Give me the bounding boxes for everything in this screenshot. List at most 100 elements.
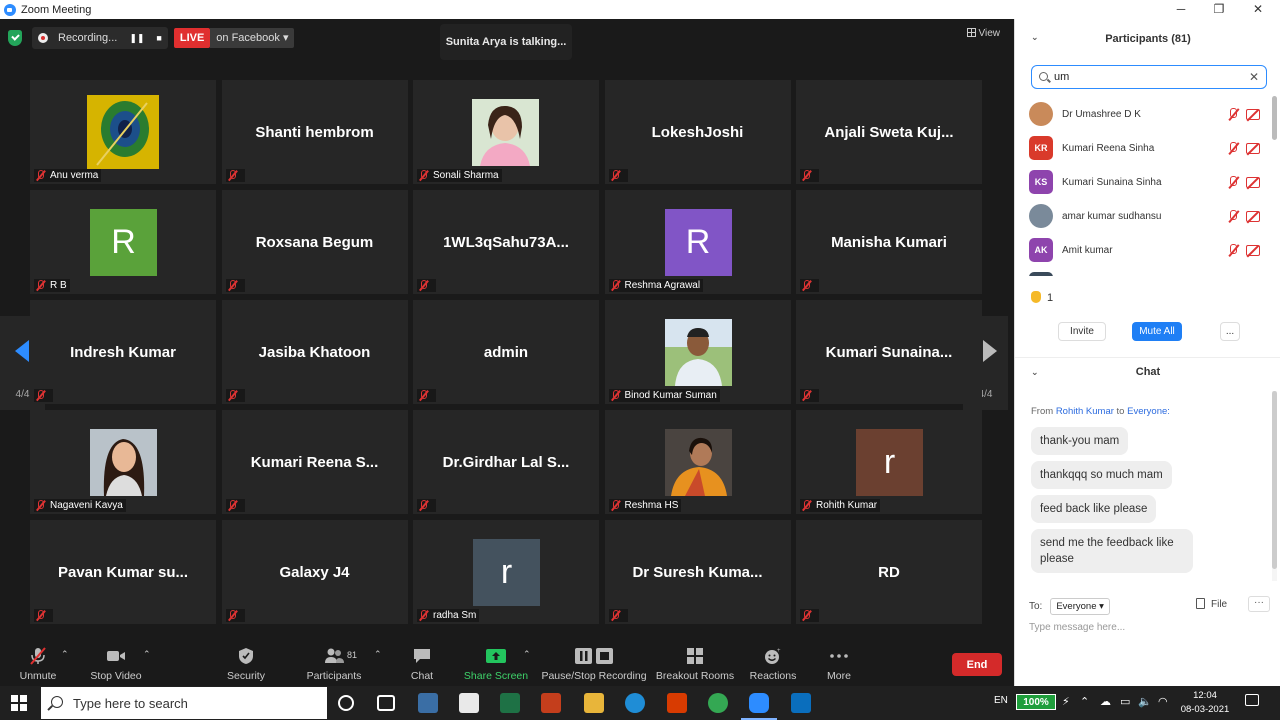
windows-start-icon[interactable] [11,695,27,711]
participant-video-off-icon[interactable] [1246,142,1260,154]
video-tile[interactable]: 1WL3qSahu73A... [413,190,599,294]
wifi-icon[interactable]: ◠ [1158,695,1168,708]
video-tile[interactable]: LokeshJoshi [604,80,791,184]
minimize-button[interactable]: ─ [1161,0,1201,19]
meeting-app-icon[interactable] [791,693,811,713]
view-button[interactable]: View [966,28,1000,39]
share-options-caret-icon[interactable]: ⌃ [523,649,531,660]
video-tile[interactable]: Indresh Kumar [30,300,216,404]
tray-overflow-chevron-icon[interactable]: ⌃ [1080,695,1089,708]
participants-more-button[interactable]: ... [1220,322,1240,341]
reactions-button[interactable]: + Reactions [748,639,798,686]
battery-tray-icon[interactable]: ▭ [1120,695,1130,708]
video-tile[interactable]: Dr Suresh Kuma... [604,520,791,624]
video-options-caret-icon[interactable]: ⌃ [143,649,151,660]
participant-list-scrollbar[interactable] [1272,96,1277,276]
power-plug-icon[interactable]: ⚡ [1062,695,1070,708]
participant-mic-muted-icon[interactable] [1227,141,1239,155]
video-tile[interactable]: Dr.Girdhar Lal S... [413,410,599,514]
participant-mic-muted-icon[interactable] [1227,209,1239,223]
close-button[interactable]: ✕ [1238,0,1278,19]
participant-mic-muted-icon[interactable] [1227,243,1239,257]
video-tile[interactable]: Sonali Sharma [413,80,599,184]
office-icon[interactable] [667,693,687,713]
taskbar-clock[interactable]: 12:04 08-03-2021 [1180,689,1230,717]
video-tile[interactable]: Reshma HS [604,410,791,514]
participant-row[interactable]: AK Amit kumar [1015,233,1271,267]
participant-row[interactable]: amar kumar sudhansu [1015,199,1271,233]
volume-icon[interactable]: 🔈 [1138,695,1152,708]
participant-video-off-icon[interactable] [1246,210,1260,222]
participant-video-off-icon[interactable] [1246,108,1260,120]
video-tile[interactable]: Binod Kumar Suman [604,300,791,404]
mute-all-button[interactable]: Mute All [1132,322,1182,341]
chat-scroll-thumb[interactable] [1272,391,1277,569]
participant-row[interactable]: Dr Umashree D K [1015,97,1271,131]
video-tile[interactable]: r Rohith Kumar [796,410,982,514]
chat-button[interactable]: Chat [402,639,442,686]
video-tile[interactable]: Manisha Kumari [796,190,982,294]
video-tile[interactable]: Pavan Kumar su... [30,520,216,624]
encryption-shield-icon[interactable] [8,30,22,46]
video-tile[interactable]: Nagaveni Kavya [30,410,216,514]
pause-stop-recording-button[interactable]: Pause/Stop Recording [541,639,647,686]
participant-row[interactable]: KS Kumari Sunaina Sinha [1015,165,1271,199]
chat-sender-name[interactable]: Rohith Kumar [1056,406,1114,417]
input-language-indicator[interactable]: EN [994,695,1008,706]
video-tile[interactable]: Galaxy J4 [221,520,408,624]
video-tile[interactable]: R Reshma Agrawal [604,190,791,294]
video-tile[interactable]: RD [796,520,982,624]
participant-mic-muted-icon[interactable] [1227,107,1239,121]
invite-button[interactable]: Invite [1058,322,1106,341]
chat-file-button[interactable]: File [1196,598,1227,610]
collapse-participants-chevron-icon[interactable]: ⌄ [1031,32,1039,43]
live-badge[interactable]: LIVE [173,28,211,48]
video-tile[interactable]: Shanti hembrom [221,80,408,184]
more-button[interactable]: More [819,639,859,686]
participant-search-input[interactable]: um ✕ [1031,65,1267,89]
zoom-taskbar-icon[interactable] [741,693,777,720]
participants-button[interactable]: Participants [304,639,364,686]
excel-icon[interactable] [500,693,520,713]
end-meeting-button[interactable]: End [952,653,1002,676]
edge-browser-icon[interactable] [625,693,645,713]
taskbar-search-box[interactable]: Type here to search [41,687,327,719]
powerpoint-viewer-icon[interactable] [541,693,561,713]
battery-indicator[interactable]: 100% [1016,694,1056,710]
video-tile[interactable]: r radha Sm [413,520,599,624]
video-tile[interactable]: admin [413,300,599,404]
stop-video-button[interactable]: Stop Video [86,639,146,686]
file-explorer-icon[interactable] [584,693,604,713]
chat-recipient-select[interactable]: Everyone ▾ [1050,598,1110,615]
video-tile[interactable]: R R B [30,190,216,294]
participant-mic-muted-icon[interactable] [1227,175,1239,189]
participant-row[interactable]: KR Kumari Reena Sinha [1015,131,1271,165]
video-tile[interactable]: Kumari Sunaina... [796,300,982,404]
participants-options-caret-icon[interactable]: ⌃ [374,649,382,660]
video-tile[interactable]: Roxsana Begum [221,190,408,294]
security-button[interactable]: Security [222,639,270,686]
store-icon[interactable] [459,693,479,713]
cortana-icon[interactable] [338,695,354,711]
unmute-button[interactable]: Unmute [18,639,58,686]
live-target-dropdown[interactable]: on Facebook ▾ [210,28,295,48]
chat-message-input[interactable]: Type message here... [1029,622,1125,633]
notifications-icon[interactable] [1245,694,1259,706]
clear-search-icon[interactable]: ✕ [1249,70,1259,84]
collapse-chat-chevron-icon[interactable]: ⌄ [1031,367,1039,378]
maximize-button[interactable]: ❐ [1199,0,1239,19]
remote-desktop-icon[interactable] [418,693,438,713]
participant-video-off-icon[interactable] [1246,176,1260,188]
participant-list-scroll-thumb[interactable] [1272,96,1277,140]
share-screen-button[interactable]: Share Screen [464,639,528,686]
stop-recording-icon[interactable]: ■ [156,33,161,43]
chat-scrollbar[interactable] [1272,391,1277,581]
pause-recording-icon[interactable]: ❚❚ [129,33,144,44]
video-tile[interactable]: Anjali Sweta Kuj... [796,80,982,184]
task-view-icon[interactable] [377,695,395,711]
video-tile[interactable]: Kumari Reena S... [221,410,408,514]
participant-video-off-icon[interactable] [1246,244,1260,256]
audio-options-caret-icon[interactable]: ⌃ [61,649,69,660]
breakout-rooms-button[interactable]: Breakout Rooms [656,639,734,686]
video-tile[interactable]: Jasiba Khatoon [221,300,408,404]
